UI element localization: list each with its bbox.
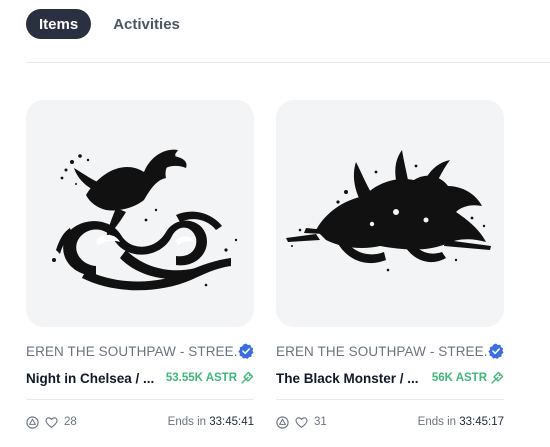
like-count: 31 (314, 416, 327, 428)
card-divider (26, 399, 254, 400)
footer-left: 31 (276, 415, 327, 429)
card-footer: 28 Ends in 33:45:41 (26, 414, 254, 430)
heart-icon[interactable] (295, 416, 308, 429)
tab-items[interactable]: Items (26, 9, 92, 39)
network-icon (276, 415, 289, 429)
title-row: The Black Monster / ... 56K ASTR (276, 369, 504, 387)
collection-name[interactable]: EREN THE SOUTHPAW - STREE... (276, 344, 488, 359)
auction-ends: Ends in 33:45:17 (418, 416, 504, 428)
collection-row: EREN THE SOUTHPAW - STREE... (276, 342, 504, 360)
nft-title[interactable]: The Black Monster / ... (276, 371, 419, 386)
ink-artwork-eagle-serpent (52, 149, 238, 291)
ends-label: Ends in (417, 416, 457, 428)
footer-left: 28 (26, 415, 77, 429)
network-icon (26, 415, 39, 429)
nft-thumbnail[interactable] (276, 100, 504, 327)
tag-icon (491, 371, 504, 384)
nft-thumbnail[interactable] (26, 100, 254, 327)
verified-badge-icon (238, 343, 254, 359)
nft-card[interactable]: EREN THE SOUTHPAW - STREE... The Black M… (276, 100, 504, 429)
nft-card[interactable]: EREN THE SOUTHPAW - STREE... Night in Ch… (26, 100, 254, 429)
price-value: 56K ASTR (431, 372, 487, 384)
ends-label: Ends in (167, 416, 207, 428)
tag-icon (241, 371, 254, 384)
collection-row: EREN THE SOUTHPAW - STREE... (26, 342, 254, 360)
like-count: 28 (64, 416, 77, 428)
ends-time: 33:45:17 (459, 416, 504, 428)
tabs-divider (26, 62, 550, 63)
price-wrap: 53.55K ASTR (166, 371, 254, 385)
card-footer: 31 Ends in 33:45:17 (276, 414, 504, 430)
verified-badge-icon (488, 343, 504, 359)
nft-title[interactable]: Night in Chelsea / ... (26, 371, 154, 386)
ink-artwork-black-monster (286, 150, 491, 272)
auction-ends: Ends in 33:45:41 (168, 416, 254, 428)
price-value: 53.55K ASTR (165, 372, 237, 384)
ends-time: 33:45:41 (209, 416, 254, 428)
tab-activities[interactable]: Activities (101, 9, 192, 39)
collection-name[interactable]: EREN THE SOUTHPAW - STREE... (26, 344, 238, 359)
view-tabs: Items Activities (26, 9, 192, 39)
heart-icon[interactable] (45, 416, 58, 429)
price-wrap: 56K ASTR (432, 371, 504, 385)
card-divider (276, 399, 504, 400)
title-row: Night in Chelsea / ... 53.55K ASTR (26, 369, 254, 387)
